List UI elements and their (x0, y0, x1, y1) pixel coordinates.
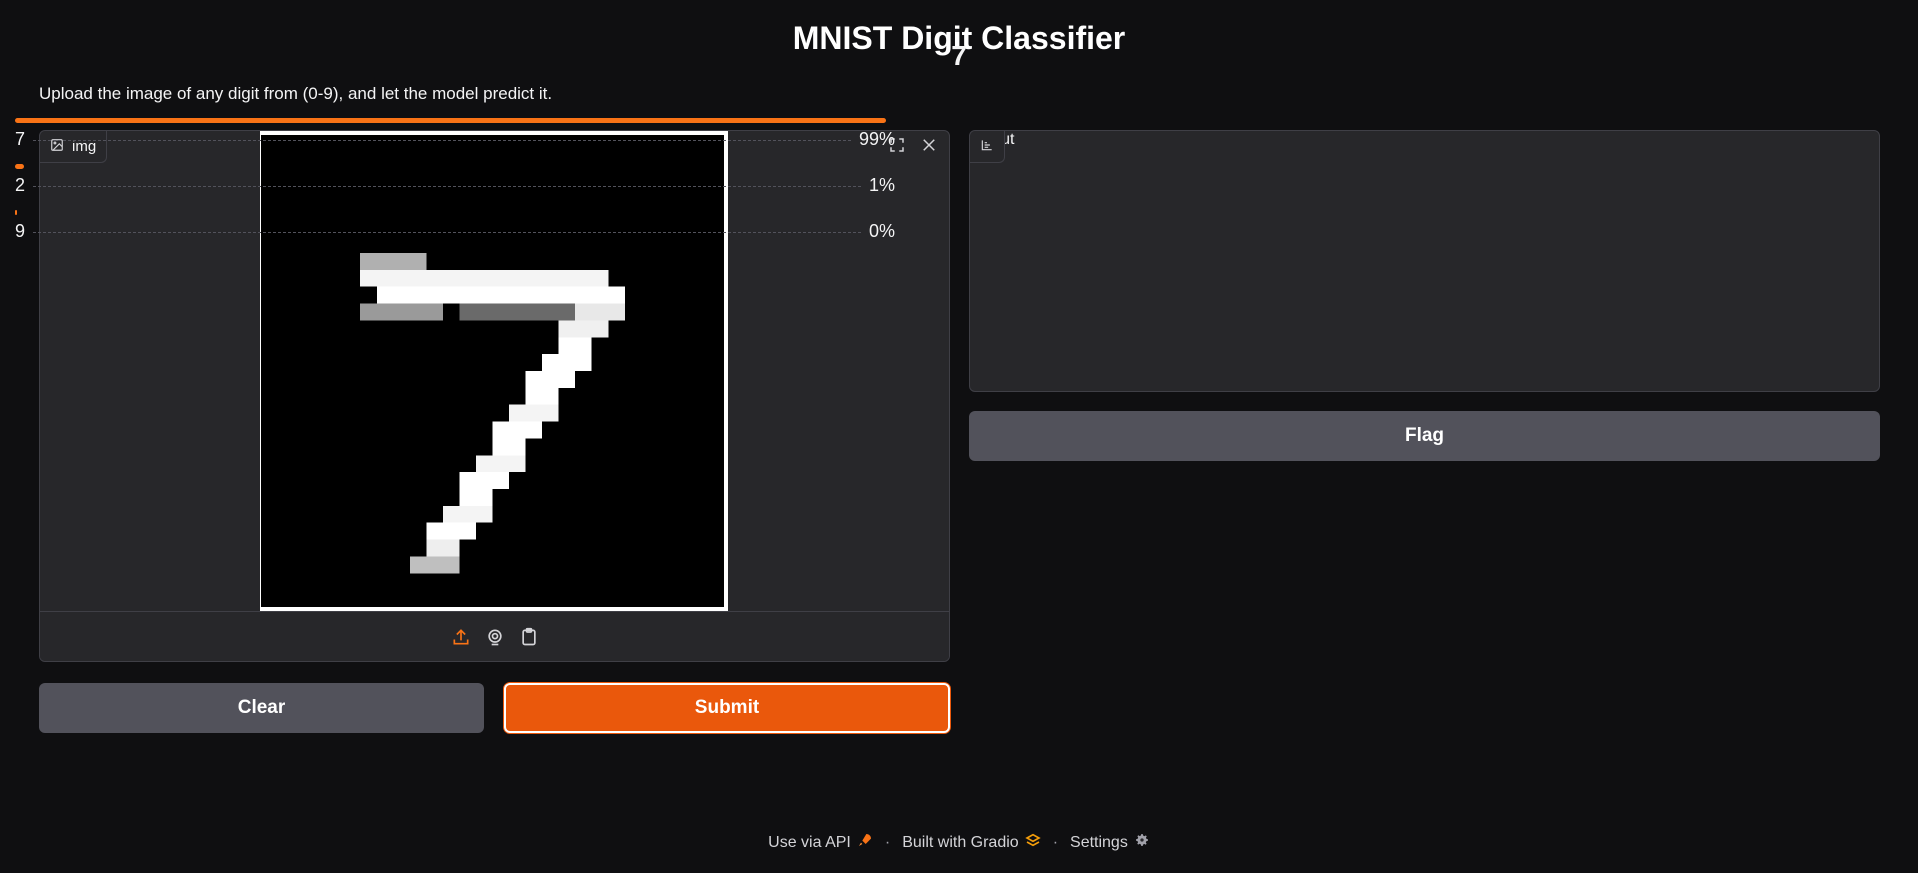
footer: Use via API · Built with Gradio · Settin… (0, 832, 1918, 853)
confidence-percent: 99% (858, 129, 895, 149)
confidence-percent: 0% (868, 221, 895, 241)
gradio-link-label: Built with Gradio (902, 833, 1019, 851)
confidence-row: 9 0% (15, 210, 895, 242)
confidence-bar (15, 118, 887, 123)
gradio-link[interactable]: Built with Gradio (902, 832, 1041, 853)
dotted-leader (33, 186, 861, 187)
api-link-label: Use via API (768, 833, 851, 851)
label-output-panel: output (969, 130, 1880, 392)
output-label-tag (970, 131, 1005, 163)
api-link[interactable]: Use via API (768, 832, 873, 853)
settings-link[interactable]: Settings (1070, 832, 1150, 853)
confidence-label: 9 (15, 221, 26, 241)
predicted-label: 7 (951, 40, 967, 71)
confidence-percent: 1% (868, 175, 895, 195)
gradio-logo-icon (1024, 832, 1041, 853)
dotted-leader (33, 232, 861, 233)
confidence-label: 2 (15, 175, 26, 195)
page-description: Upload the image of any digit from (0-9)… (39, 84, 553, 103)
close-icon[interactable] (917, 133, 941, 157)
confidence-bar (15, 164, 24, 169)
uploaded-image (260, 131, 728, 611)
dotted-leader (33, 140, 851, 141)
digit-image (261, 135, 724, 607)
confidence-row: 2 1% (15, 164, 895, 196)
confidence-row: 7 99% (15, 118, 895, 150)
source-selector (40, 611, 949, 661)
flag-button[interactable]: Flag (969, 411, 1880, 461)
chart-icon (980, 138, 994, 156)
rocket-icon (857, 832, 873, 853)
confidence-label: 7 (15, 129, 26, 149)
confidence-line: 9 0% (15, 221, 895, 242)
confidence-line: 2 1% (15, 175, 895, 196)
footer-separator: · (1052, 833, 1059, 851)
upload-icon[interactable] (449, 625, 473, 649)
gear-icon (1134, 832, 1150, 853)
clipboard-icon[interactable] (517, 625, 541, 649)
settings-link-label: Settings (1070, 833, 1128, 851)
clear-button[interactable]: Clear (39, 683, 484, 733)
footer-separator: · (884, 833, 891, 851)
confidence-line: 7 99% (15, 129, 895, 150)
submit-button[interactable]: Submit (504, 683, 950, 733)
confidence-bar (15, 210, 18, 215)
webcam-icon[interactable] (483, 625, 507, 649)
